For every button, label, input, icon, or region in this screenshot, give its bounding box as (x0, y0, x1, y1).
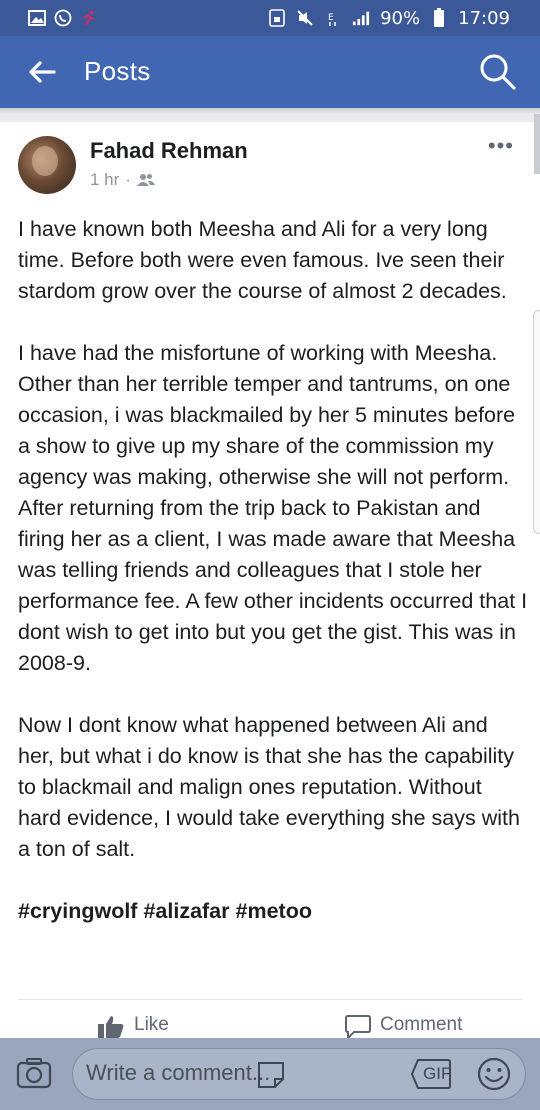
meta-separator: · (125, 170, 131, 189)
status-bar: E 90% 17:09 (0, 0, 540, 36)
more-options-button[interactable]: ••• (488, 135, 514, 157)
whatsapp-notification-icon (54, 9, 72, 27)
comment-placeholder: Write a comment... (86, 1060, 271, 1085)
app-bar-shadow (0, 108, 540, 114)
like-button[interactable]: Like (96, 1014, 169, 1040)
mute-icon (296, 9, 314, 27)
sticker-button[interactable] (256, 1060, 286, 1090)
status-left-icons (0, 9, 98, 27)
data-saver-icon (268, 9, 286, 27)
activity-notification-icon (80, 9, 98, 27)
camera-icon (16, 1058, 52, 1089)
search-icon (480, 54, 516, 90)
like-label: Like (134, 1014, 169, 1035)
comment-button[interactable]: Comment (344, 1014, 462, 1040)
post-time[interactable]: 1 hr (90, 170, 119, 190)
smiley-icon (477, 1057, 511, 1091)
network-type-icon: E (324, 9, 342, 27)
hashtags: #cryingwolf #alizafar #metoo (18, 896, 528, 927)
back-button[interactable] (24, 54, 60, 90)
hashtag-link[interactable]: #cryingwolf (18, 899, 137, 923)
comment-label: Comment (380, 1014, 463, 1035)
status-right-icons: E 90% 17:09 (268, 0, 510, 36)
avatar[interactable] (18, 136, 76, 194)
battery-icon (430, 8, 448, 27)
search-button[interactable] (478, 52, 518, 92)
post-paragraph: I have had the misfortune of working wit… (18, 341, 528, 675)
post-paragraph: Now I dont know what happened between Al… (18, 713, 520, 861)
comment-composer: Write a comment... GIF (0, 1038, 540, 1110)
more-dots-icon: ••• (487, 133, 514, 158)
page-title: Posts (84, 56, 151, 86)
author-name[interactable]: Fahad Rehman (90, 138, 248, 164)
edge-panel-handle[interactable] (533, 310, 540, 534)
sticker-icon (258, 1062, 284, 1088)
emoji-button[interactable] (476, 1056, 512, 1092)
hashtag-link[interactable]: #alizafar (143, 899, 229, 923)
scrollbar[interactable] (534, 114, 540, 174)
comment-bubble-icon (345, 1015, 371, 1040)
post-body: I have known both Meesha and Ali for a v… (18, 214, 528, 927)
gallery-notification-icon (28, 9, 46, 27)
post-paragraph: I have known both Meesha and Ali for a v… (18, 217, 507, 303)
arrow-left-icon (29, 61, 56, 83)
post-card: Fahad Rehman 1 hr · ••• I have known bot… (0, 122, 540, 1042)
action-divider (18, 999, 522, 1000)
app-bar: Posts (0, 36, 540, 108)
post-meta: 1 hr · (90, 170, 155, 190)
hashtag-link[interactable]: #metoo (236, 899, 312, 923)
camera-button[interactable] (16, 1056, 52, 1092)
clock: 17:09 (458, 7, 510, 29)
battery-percent: 90% (380, 7, 421, 29)
gif-button[interactable]: GIF (410, 1058, 452, 1090)
svg-text:E: E (328, 13, 334, 23)
thumbs-up-icon (98, 1016, 124, 1038)
signal-icon (352, 9, 370, 27)
friends-privacy-icon (136, 174, 155, 186)
gif-label: GIF (423, 1064, 452, 1083)
